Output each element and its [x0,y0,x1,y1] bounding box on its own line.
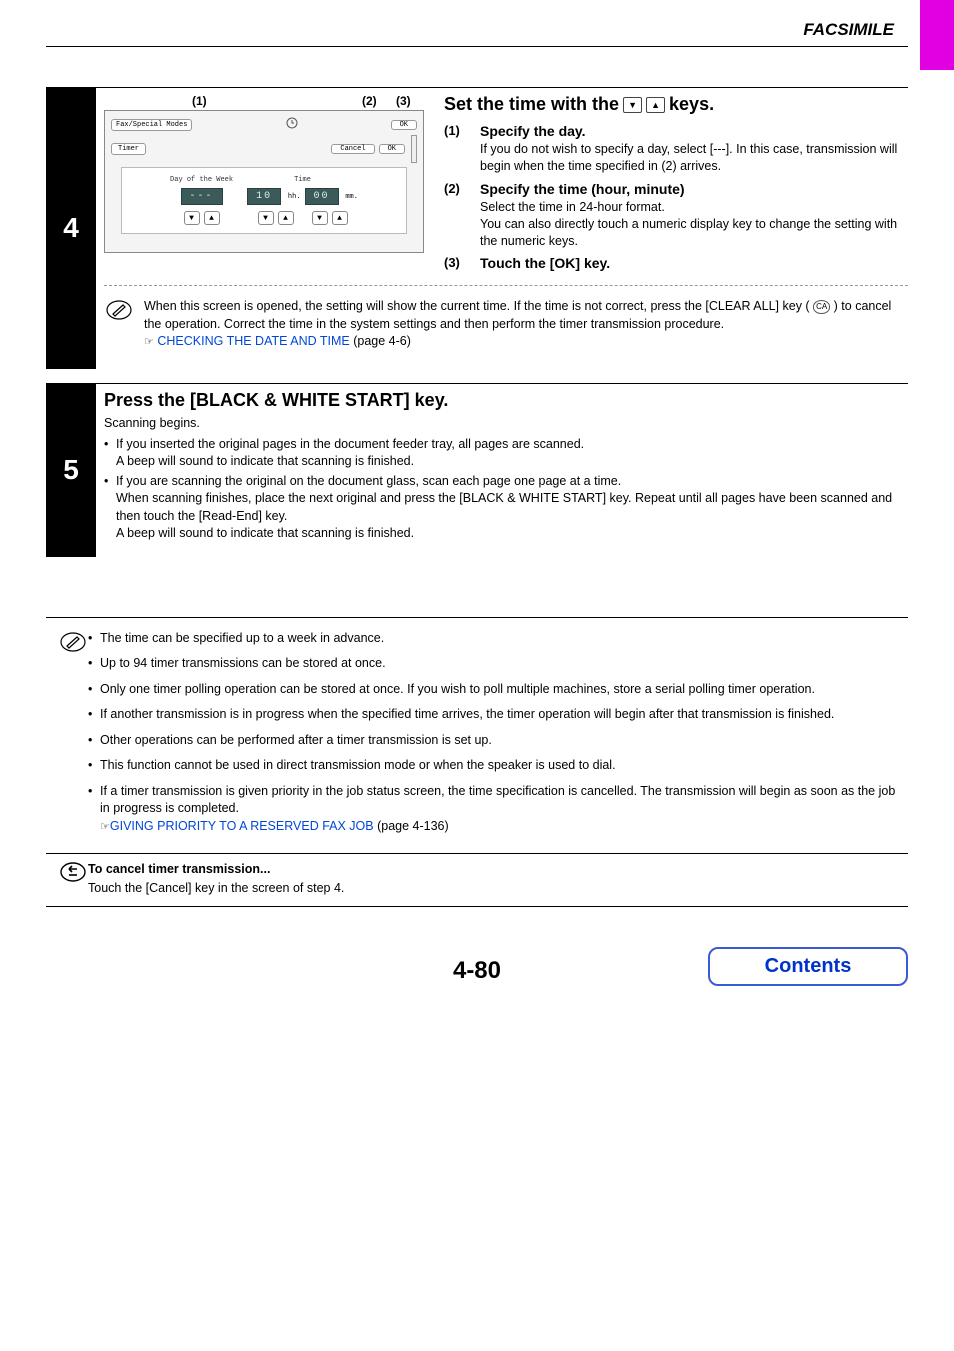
notes-block: The time can be specified up to a week i… [46,617,908,907]
day-up-button[interactable]: ▲ [204,211,220,225]
ref-hand-icon: ☞ [144,336,154,348]
clock-icon [286,117,298,129]
step4-dashed-rule [104,285,908,286]
device-ok-second[interactable]: OK [379,144,405,154]
step4-heading: Set the time with the ▼ ▲ keys. [444,94,908,115]
annot-1: (1) [192,94,207,108]
note-item: The time can be specified up to a week i… [88,630,900,648]
contents-button[interactable]: Contents [708,947,908,986]
screen-annotations: (1) (2) (3) [104,94,424,110]
ref-page-2: (page 4-136) [374,819,449,833]
device-scrollbar[interactable] [411,135,417,163]
device-timer-label: Timer [111,143,146,155]
step4-item-1: (1) Specify the day. If you do not wish … [444,123,908,175]
item3-title: Touch the [OK] key. [480,255,610,271]
step4-note: When this screen is opened, the setting … [144,298,908,351]
device-ok-top[interactable]: OK [391,120,417,130]
step-4-number: 4 [46,88,96,369]
pencil-note-icon [58,630,88,654]
unit-mm: mm. [345,193,358,201]
ref-hand-icon: ☞ [100,821,110,833]
display-day[interactable]: --- [181,188,223,205]
note-pre: When this screen is opened, the setting … [144,299,810,313]
display-minute[interactable]: 00 [305,188,339,205]
page-header: FACSIMILE [0,0,954,46]
hour-up-button[interactable]: ▲ [278,211,294,225]
note-item: Up to 94 timer transmissions can be stor… [88,655,900,673]
label-time: Time [247,176,358,184]
step-4-row: 4 (1) (2) (3) Fax/Special Modes [46,87,908,369]
item1-num: (1) [444,123,470,175]
device-tab[interactable]: Fax/Special Modes [111,119,192,131]
heading-pre: Set the time with the [444,94,619,115]
step5-b2: If you are scanning the original on the … [104,473,908,543]
heading-post: keys. [669,94,714,115]
pencil-note-icon [104,298,134,322]
cancel-text: Touch the [Cancel] key in the screen of … [88,881,344,895]
up-key-icon: ▲ [646,97,665,113]
item1-text: If you do not wish to specify a day, sel… [480,141,908,175]
item1-title: Specify the day. [480,123,908,139]
item3-num: (3) [444,255,470,273]
ca-key-icon: CA [813,300,830,313]
note-item-last: If a timer transmission is given priorit… [88,783,900,836]
ref-link-2[interactable]: GIVING PRIORITY TO A RESERVED FAX JOB [110,819,374,833]
step5-bullets: If you inserted the original pages in th… [104,436,908,543]
device-screen: Fax/Special Modes OK Timer Cancel OK [104,110,424,253]
note-item: This function cannot be used in direct t… [88,757,900,775]
step5-lead: Scanning begins. [104,415,908,432]
down-key-icon: ▼ [623,97,642,113]
note-item: Only one timer polling operation can be … [88,681,900,699]
device-cancel[interactable]: Cancel [331,144,374,154]
label-day: Day of the Week [170,176,233,184]
item2-text: Select the time in 24-hour format. You c… [480,199,908,250]
step5-title: Press the [BLACK & WHITE START] key. [104,390,908,411]
day-down-button[interactable]: ▼ [184,211,200,225]
step4-item-3: (3) Touch the [OK] key. [444,255,908,273]
cancel-note-icon [58,860,88,884]
step4-item-2: (2) Specify the time (hour, minute) Sele… [444,181,908,250]
step-5-row: 5 Press the [BLACK & WHITE START] key. S… [46,383,908,557]
annot-3: (3) [396,94,411,108]
display-hour[interactable]: 10 [247,188,281,205]
unit-hh: hh. [288,193,301,201]
minute-up-button[interactable]: ▲ [332,211,348,225]
item2-title: Specify the time (hour, minute) [480,181,908,197]
minute-down-button[interactable]: ▼ [312,211,328,225]
step-5-number: 5 [46,384,96,557]
note-item: Other operations can be performed after … [88,732,900,750]
cancel-title: To cancel timer transmission... [88,862,270,876]
step5-b1: If you inserted the original pages in th… [104,436,908,471]
hour-down-button[interactable]: ▼ [258,211,274,225]
notes-list: The time can be specified up to a week i… [88,630,908,844]
item2-num: (2) [444,181,470,250]
cancel-note: To cancel timer transmission... Touch th… [88,860,344,898]
ref-link-1[interactable]: CHECKING THE DATE AND TIME [157,334,349,348]
annot-2: (2) [362,94,377,108]
ref-page-1: (page 4-6) [350,334,411,348]
note-item: If another transmission is in progress w… [88,706,900,724]
